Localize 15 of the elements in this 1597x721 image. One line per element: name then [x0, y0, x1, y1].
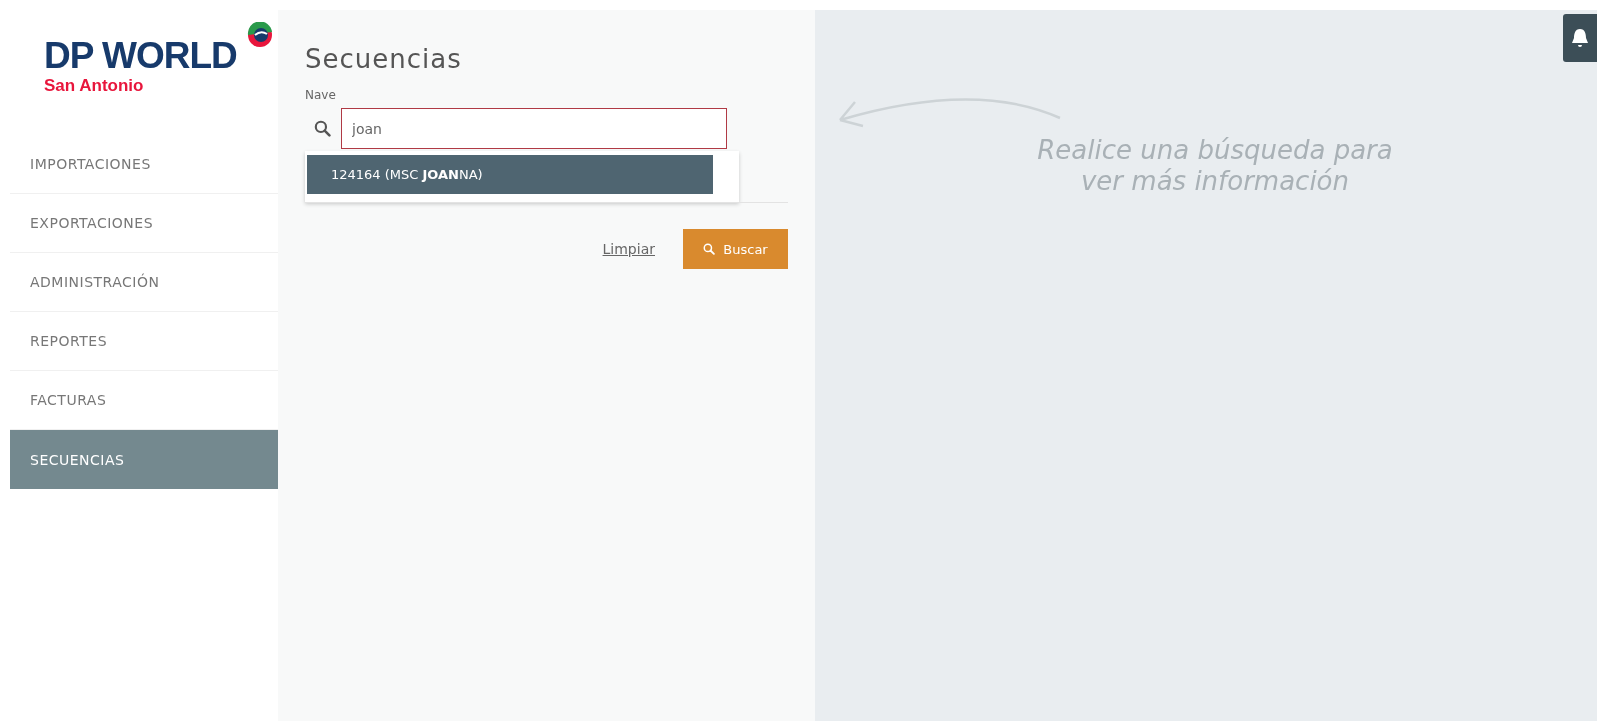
search-icon — [703, 243, 716, 255]
vessel-input-field[interactable]: joan — [341, 108, 727, 149]
nav-item[interactable]: SECUENCIAS — [10, 430, 278, 489]
clear-link[interactable]: Limpiar — [602, 241, 655, 257]
notification-button[interactable] — [1563, 14, 1597, 62]
brand-logo-text: DP WORLD — [44, 37, 237, 74]
location-text: San Antonio — [44, 76, 145, 96]
search-button[interactable]: Buscar — [683, 229, 788, 269]
field-label: Nave — [305, 88, 337, 102]
search-icon — [314, 120, 331, 137]
bell-icon — [1569, 27, 1591, 49]
globe-logo-icon — [247, 22, 273, 48]
suggestion-item[interactable]: 124164 (MSC JOANNA) — [307, 155, 713, 194]
page-title: Secuencias — [305, 44, 463, 74]
search-hint-text: Realice una búsqueda para ver más información — [1036, 135, 1394, 198]
